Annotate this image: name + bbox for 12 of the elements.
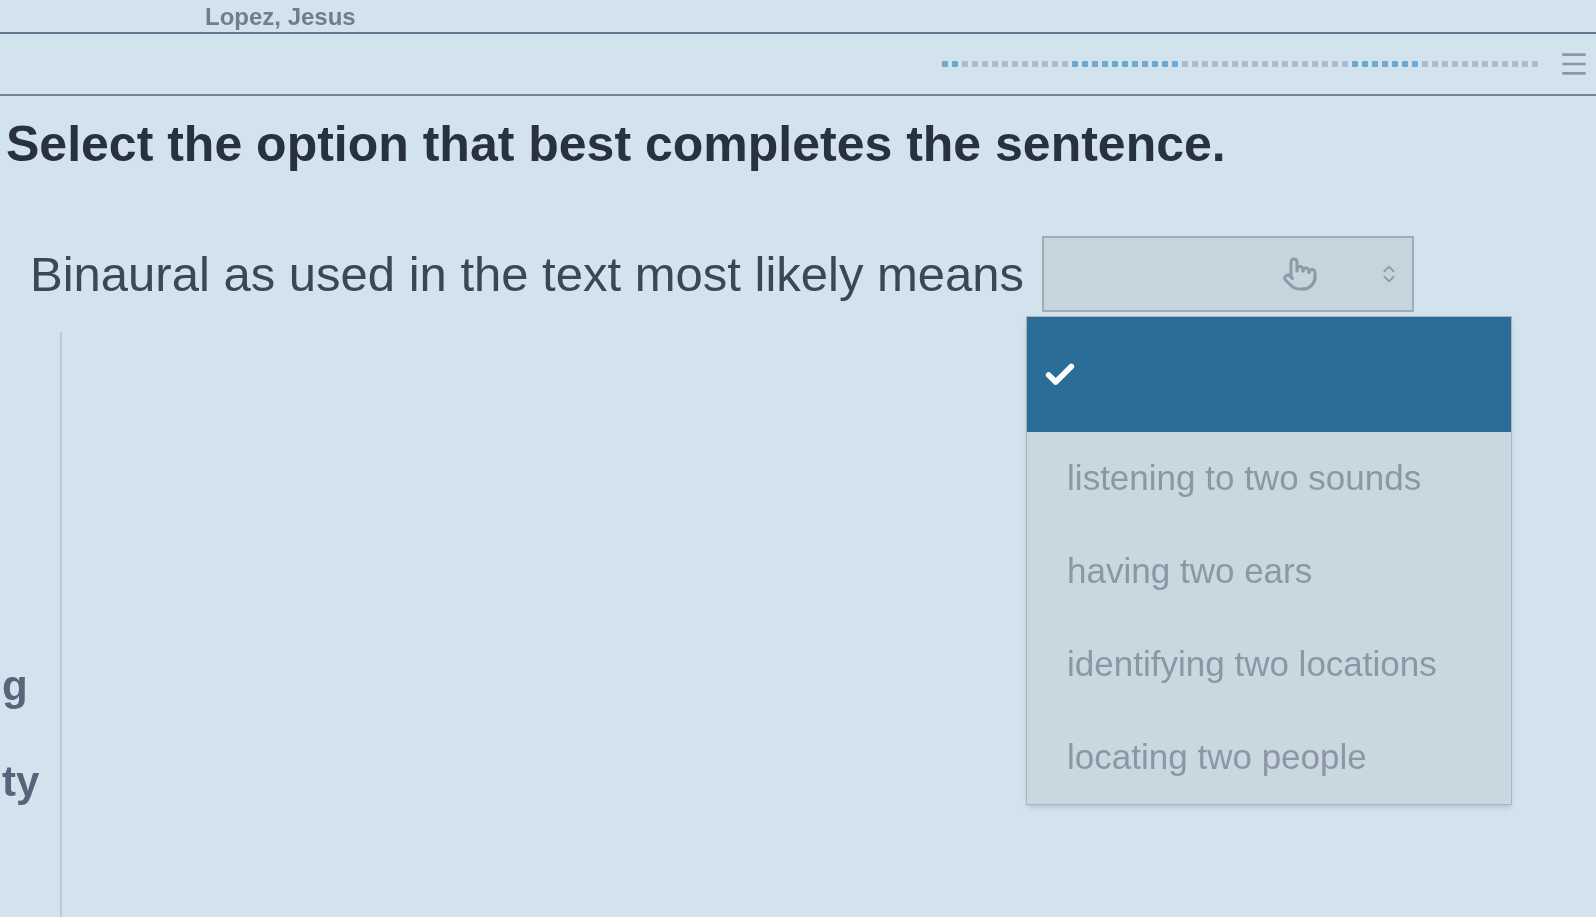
dropdown-option[interactable] — [1027, 317, 1512, 432]
instruction-heading: Select the option that best completes the sentence. — [6, 115, 1226, 174]
dropdown-option[interactable]: listening to two sounds — [1027, 432, 1512, 525]
sidebar-item[interactable]: ty — [0, 758, 60, 806]
dropdown-option[interactable]: identifying two locations — [1027, 618, 1512, 711]
dropdown-option[interactable]: having two ears — [1027, 525, 1512, 618]
sidebar-item[interactable]: g — [0, 662, 60, 710]
dropdown-option[interactable]: locating two people — [1027, 711, 1512, 804]
question-prompt: Binaural as used in the text most likely means — [30, 246, 1025, 303]
select-field[interactable] — [1042, 236, 1415, 312]
user-name: Lopez, Jesus — [205, 2, 356, 32]
hand-pointer-icon — [1282, 256, 1319, 292]
